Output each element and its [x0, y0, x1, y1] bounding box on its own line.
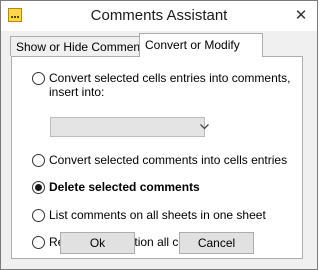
radio-button[interactable]	[32, 154, 45, 167]
ok-button[interactable]: Ok	[60, 232, 135, 254]
cancel-button[interactable]: Cancel	[179, 232, 254, 254]
radio-button[interactable]	[32, 209, 45, 222]
tab-show-or-hide-comments[interactable]: Show or Hide Comments	[10, 36, 149, 56]
option-label: Convert selected comments into cells ent…	[49, 153, 288, 167]
window-title: Comments Assistant	[90, 7, 228, 24]
tab-label: Convert or Modify	[145, 38, 240, 52]
comments-assistant-window: Comments Assistant ✕ Show or Hide Commen…	[0, 0, 318, 270]
close-icon[interactable]: ✕	[291, 5, 311, 25]
convert-or-modify-panel: Convert selected cells entries into comm…	[11, 56, 303, 259]
radio-button[interactable]	[32, 236, 45, 249]
option-label: Convert selected cells entries into comm…	[49, 71, 291, 99]
radio-button[interactable]	[32, 72, 45, 85]
dialog-body: Show or Hide Comments Convert or Modify …	[1, 31, 317, 269]
title-bar: Comments Assistant ✕	[1, 1, 317, 31]
option-label: List comments on all sheets in one sheet	[49, 208, 266, 222]
insert-into-select[interactable]	[50, 117, 209, 137]
radio-button[interactable]	[32, 181, 45, 194]
option-label: Delete selected comments	[49, 180, 200, 194]
tab-label: Show or Hide Comments	[16, 40, 150, 54]
tab-convert-or-modify[interactable]: Convert or Modify	[139, 33, 263, 57]
